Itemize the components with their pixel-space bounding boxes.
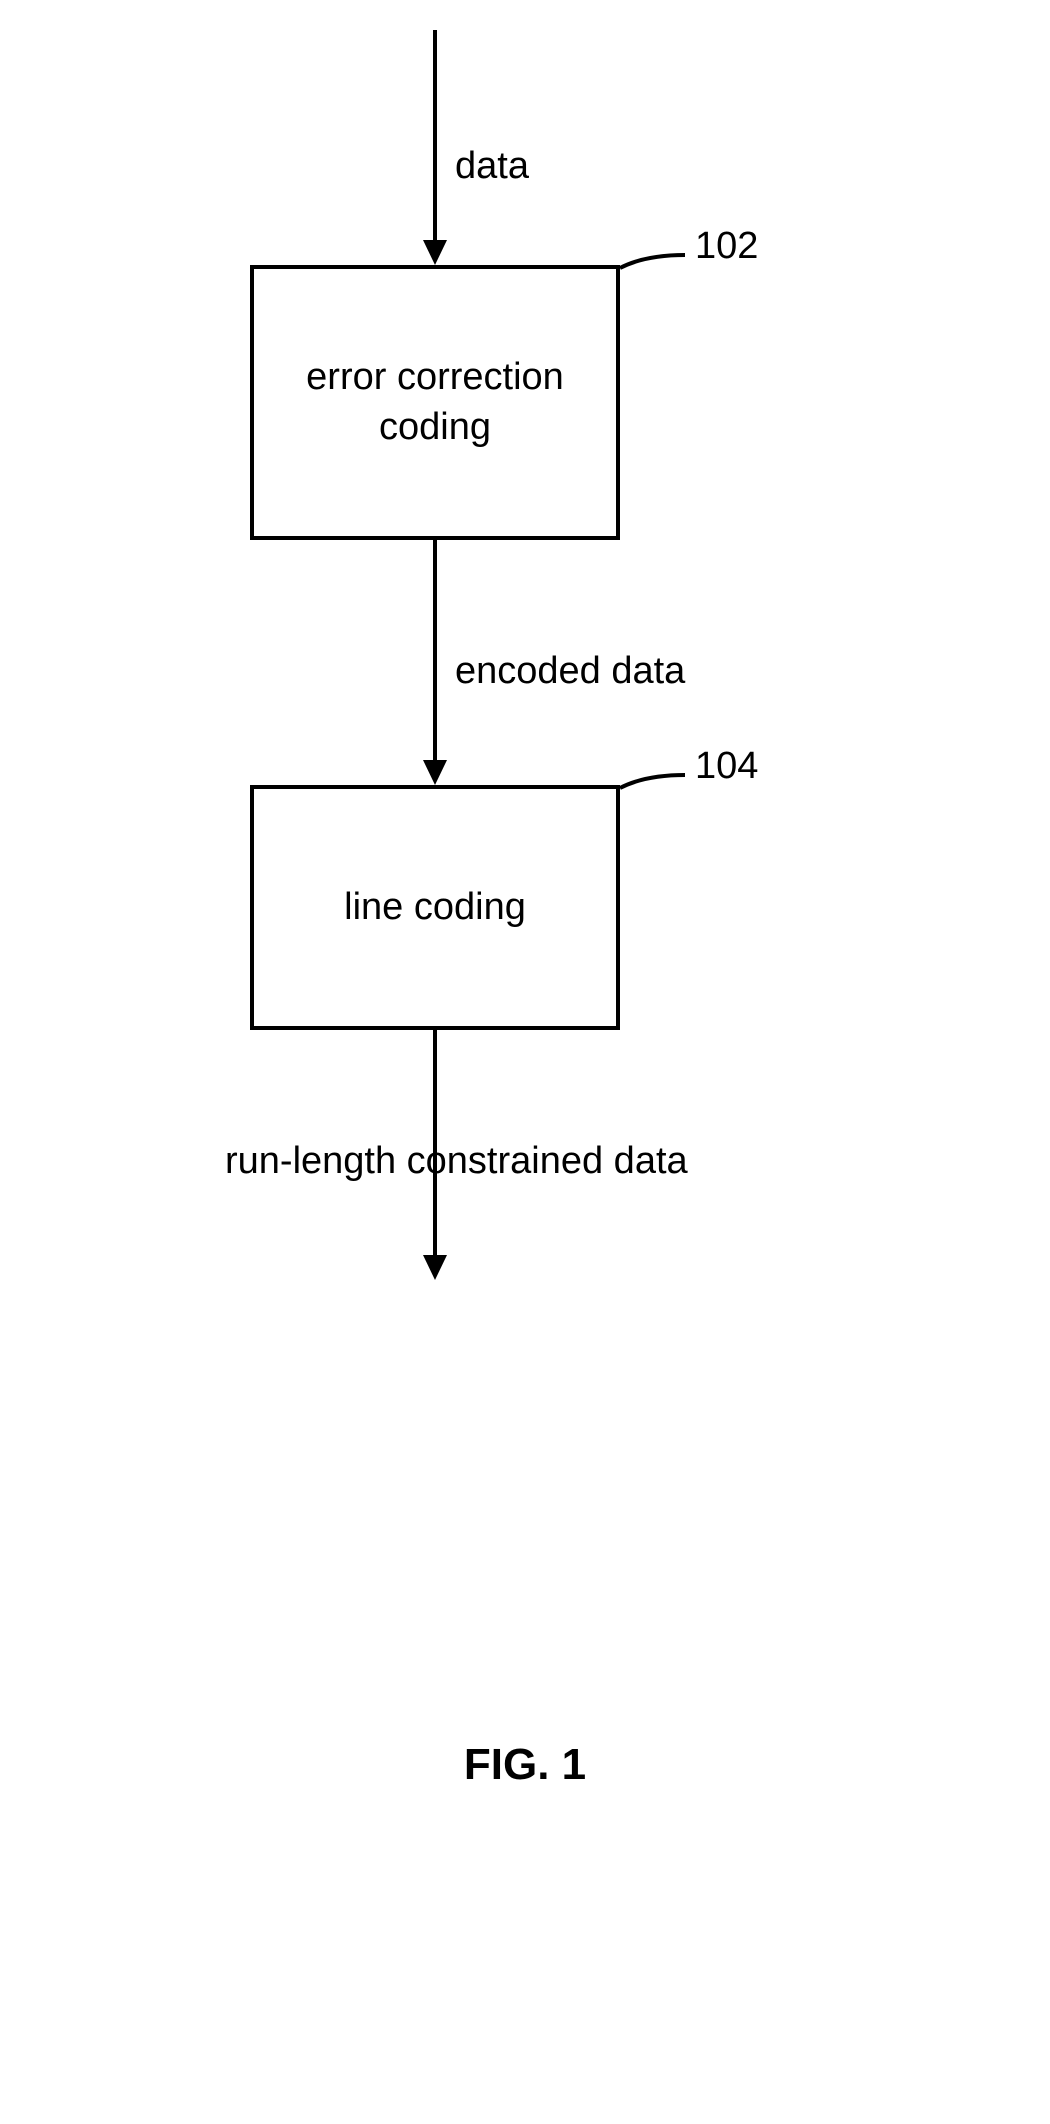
block2-text: line coding <box>344 883 526 932</box>
figure-caption: FIG. 1 <box>464 1740 586 1790</box>
arrow-output-head <box>423 1255 447 1280</box>
arrow-mid-head <box>423 760 447 785</box>
diagram-svg <box>175 30 875 1530</box>
callout-line-102 <box>620 255 685 268</box>
block2-ref: 104 <box>695 745 758 788</box>
input-label: data <box>455 145 529 188</box>
block-error-correction: error correction coding <box>250 265 620 540</box>
mid-label: encoded data <box>455 650 685 693</box>
callout-line-104 <box>620 775 685 788</box>
output-label: run-length constrained data <box>225 1140 688 1183</box>
block1-ref: 102 <box>695 225 758 268</box>
arrow-input-head <box>423 240 447 265</box>
block-line-coding: line coding <box>250 785 620 1030</box>
block1-text: error correction coding <box>306 353 564 452</box>
